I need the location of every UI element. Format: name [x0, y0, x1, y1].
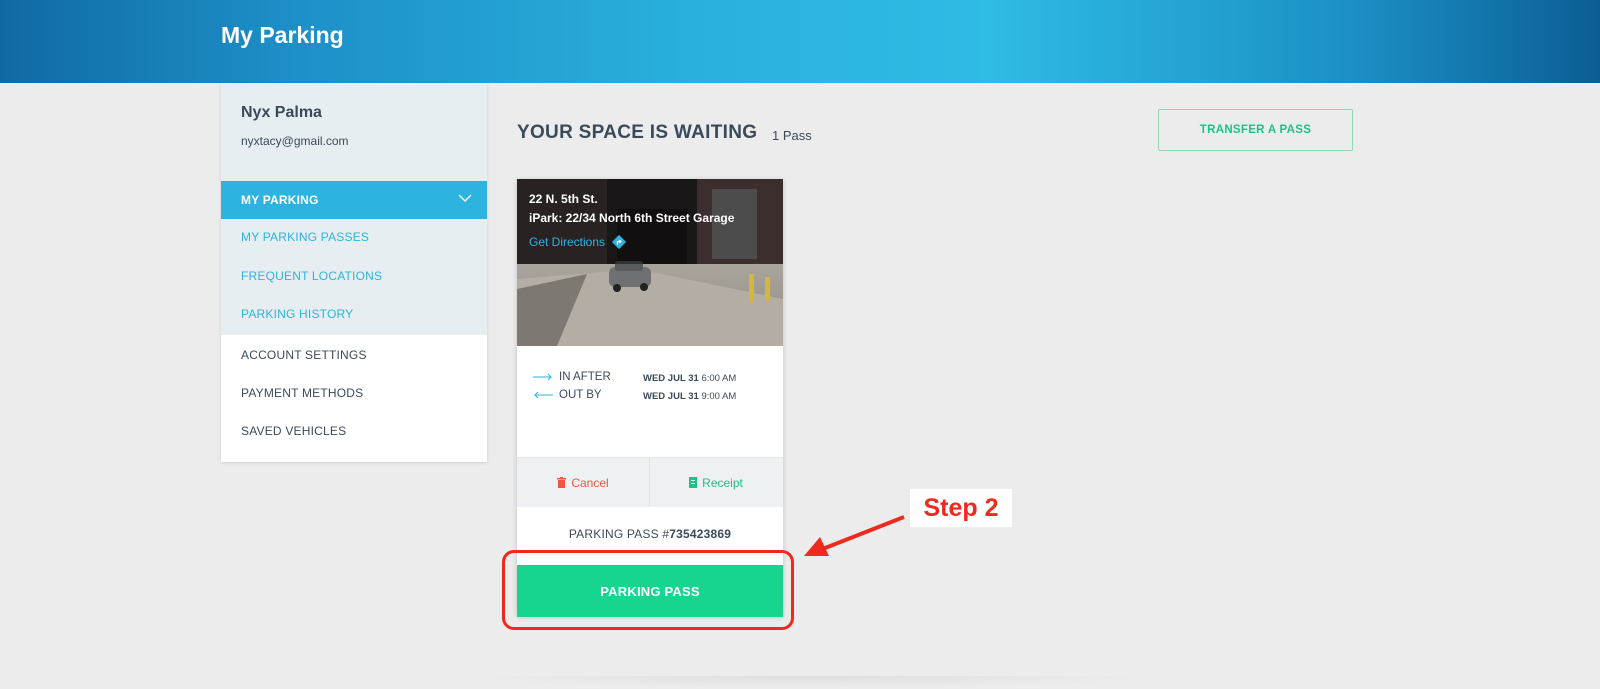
cancel-button[interactable]: Cancel [517, 458, 650, 507]
receipt-label: Receipt [702, 475, 743, 490]
pass-number-prefix: PARKING PASS # [568, 527, 670, 541]
sidebar-item-payment-methods[interactable]: PAYMENT METHODS [241, 386, 363, 400]
transfer-pass-button[interactable]: TRANSFER A PASS [1158, 109, 1353, 151]
receipt-button[interactable]: Receipt [650, 458, 782, 507]
directions-label: Get Directions [529, 235, 606, 249]
sidebar-item-account-settings[interactable]: ACCOUNT SETTINGS [241, 348, 367, 362]
sidebar-item-parking-history[interactable]: PARKING HISTORY [241, 307, 353, 321]
section-title: YOUR SPACE IS WAITING [517, 122, 758, 143]
profile-email: nyxtacy@gmail.com [241, 134, 349, 148]
annotation-highlight-box [502, 550, 794, 630]
pass-actions: Cancel Receipt [517, 457, 783, 507]
out-by-value: WED JUL 31 9:00 AM [643, 391, 736, 402]
annotation-arrow-icon [804, 515, 905, 556]
chevron-down-icon [458, 194, 472, 202]
sidebar-divider [221, 171, 487, 181]
in-after-row: IN AFTER [533, 371, 611, 383]
arrow-left-icon [534, 391, 553, 399]
arrow-right-icon [533, 373, 552, 381]
footer-shadow [460, 676, 1160, 689]
out-by-label: OUT BY [559, 389, 602, 401]
page-title: My Parking [221, 22, 344, 48]
trash-icon [557, 477, 567, 488]
pass-number-value: 735423869 [669, 527, 732, 541]
get-directions-link[interactable]: Get Directions [529, 234, 627, 250]
sidebar-item-saved-vehicles[interactable]: SAVED VEHICLES [241, 424, 346, 438]
annotation-step-label: Step 2 [910, 489, 1012, 527]
sidebar-subnav: MY PARKING PASSES FREQUENT LOCATIONS PAR… [221, 219, 487, 335]
out-by-row: OUT BY [533, 389, 602, 401]
profile-card: Nyx Palma nyxtacy@gmail.com [221, 83, 487, 171]
cancel-label: Cancel [571, 475, 609, 490]
in-date: WED JUL 31 [643, 373, 699, 384]
out-date: WED JUL 31 [643, 391, 699, 402]
app-header: My Parking [0, 0, 1600, 83]
pass-count: 1 Pass [772, 128, 812, 143]
directions-icon [611, 234, 627, 250]
location-photo: 22 N. 5th St. iPark: 22/34 North 6th Str… [517, 179, 783, 346]
in-after-value: WED JUL 31 6:00 AM [643, 373, 736, 384]
in-time: 6:00 AM [701, 373, 737, 384]
sidebar-item-frequent-locations[interactable]: FREQUENT LOCATIONS [241, 269, 382, 283]
sidebar-item-label: MY PARKING [241, 193, 319, 207]
profile-name: Nyx Palma [241, 104, 322, 121]
sidebar-item-my-parking[interactable]: MY PARKING [221, 181, 487, 219]
receipt-icon [689, 477, 698, 488]
sidebar: Nyx Palma nyxtacy@gmail.com MY PARKING M… [221, 83, 487, 462]
out-time: 9:00 AM [701, 391, 737, 402]
pass-number: PARKING PASS #735423869 [517, 527, 783, 541]
sidebar-item-my-parking-passes[interactable]: MY PARKING PASSES [241, 230, 369, 244]
pass-garage-name: iPark: 22/34 North 6th Street Garage [529, 211, 735, 225]
in-after-label: IN AFTER [559, 371, 611, 383]
pass-address: 22 N. 5th St. [529, 192, 598, 206]
